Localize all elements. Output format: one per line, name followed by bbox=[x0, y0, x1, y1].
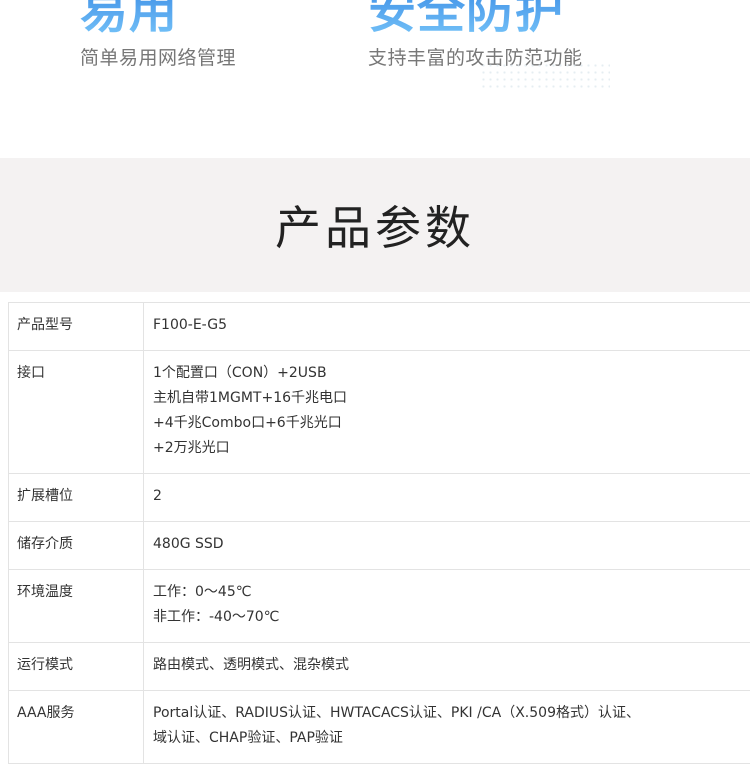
spec-value-line: 非工作：-40～70℃ bbox=[153, 605, 744, 630]
spec-label: 储存介质 bbox=[9, 522, 144, 570]
table-row: 产品型号 F100-E-G5 bbox=[9, 303, 750, 351]
spec-value: 1个配置口（CON）+2USB主机自带1MGMT+16千兆电口+4千兆Combo… bbox=[144, 351, 750, 474]
spec-value-line: 路由模式、透明模式、混杂模式 bbox=[153, 653, 744, 678]
feature-easy-use: 易用 简单易用网络管理 bbox=[80, 0, 236, 70]
spec-value-line: 1个配置口（CON）+2USB bbox=[153, 361, 744, 386]
spec-label: AAA服务 bbox=[9, 691, 144, 764]
spec-value-line: 480G SSD bbox=[153, 532, 744, 557]
feature-security: 安全防护 支持丰富的攻击防范功能 bbox=[368, 0, 583, 70]
spec-label: 接口 bbox=[9, 351, 144, 474]
spec-value: 路由模式、透明模式、混杂模式 bbox=[144, 643, 750, 691]
decorative-dot-pattern bbox=[480, 62, 610, 90]
spec-table: 产品型号F100-E-G5接口1个配置口（CON）+2USB主机自带1MGMT+… bbox=[8, 302, 750, 764]
spec-value: Portal认证、RADIUS认证、HWTACACS认证、PKI /CA（X.5… bbox=[144, 691, 750, 764]
spec-value: F100-E-G5 bbox=[144, 303, 750, 351]
spec-value: 480G SSD bbox=[144, 522, 750, 570]
spec-label: 产品型号 bbox=[9, 303, 144, 351]
feature-title: 易用 bbox=[80, 0, 236, 35]
feature-title: 安全防护 bbox=[368, 0, 583, 35]
section-header: 产品参数 bbox=[0, 158, 750, 292]
spec-value: 2 bbox=[144, 474, 750, 522]
spec-value-line: +2万兆光口 bbox=[153, 436, 744, 461]
spec-value-line: +4千兆Combo口+6千兆光口 bbox=[153, 411, 744, 436]
table-row: AAA服务 Portal认证、RADIUS认证、HWTACACS认证、PKI /C… bbox=[9, 691, 750, 764]
feature-subtitle: 简单易用网络管理 bbox=[80, 43, 236, 70]
table-row: 扩展槽位 2 bbox=[9, 474, 750, 522]
spec-value-line: 主机自带1MGMT+16千兆电口 bbox=[153, 386, 744, 411]
spec-value: 工作：0～45℃非工作：-40～70℃ bbox=[144, 570, 750, 643]
spec-label: 扩展槽位 bbox=[9, 474, 144, 522]
table-row: 运行模式路由模式、透明模式、混杂模式 bbox=[9, 643, 750, 691]
spec-value-line: Portal认证、RADIUS认证、HWTACACS认证、PKI /CA（X.5… bbox=[153, 701, 744, 726]
table-row: 环境温度工作：0～45℃非工作：-40～70℃ bbox=[9, 570, 750, 643]
table-row: 储存介质 480G SSD bbox=[9, 522, 750, 570]
spec-label: 环境温度 bbox=[9, 570, 144, 643]
spec-value-line: 工作：0～45℃ bbox=[153, 580, 744, 605]
spec-label: 运行模式 bbox=[9, 643, 144, 691]
spec-value-line: 2 bbox=[153, 484, 744, 509]
spec-value-line: F100-E-G5 bbox=[153, 313, 744, 338]
spec-value-line: 域认证、CHAP验证、PAP验证 bbox=[153, 726, 744, 751]
table-row: 接口1个配置口（CON）+2USB主机自带1MGMT+16千兆电口+4千兆Com… bbox=[9, 351, 750, 474]
feature-banner: 易用 简单易用网络管理 安全防护 支持丰富的攻击防范功能 bbox=[0, 0, 750, 158]
section-title: 产品参数 bbox=[275, 192, 475, 258]
